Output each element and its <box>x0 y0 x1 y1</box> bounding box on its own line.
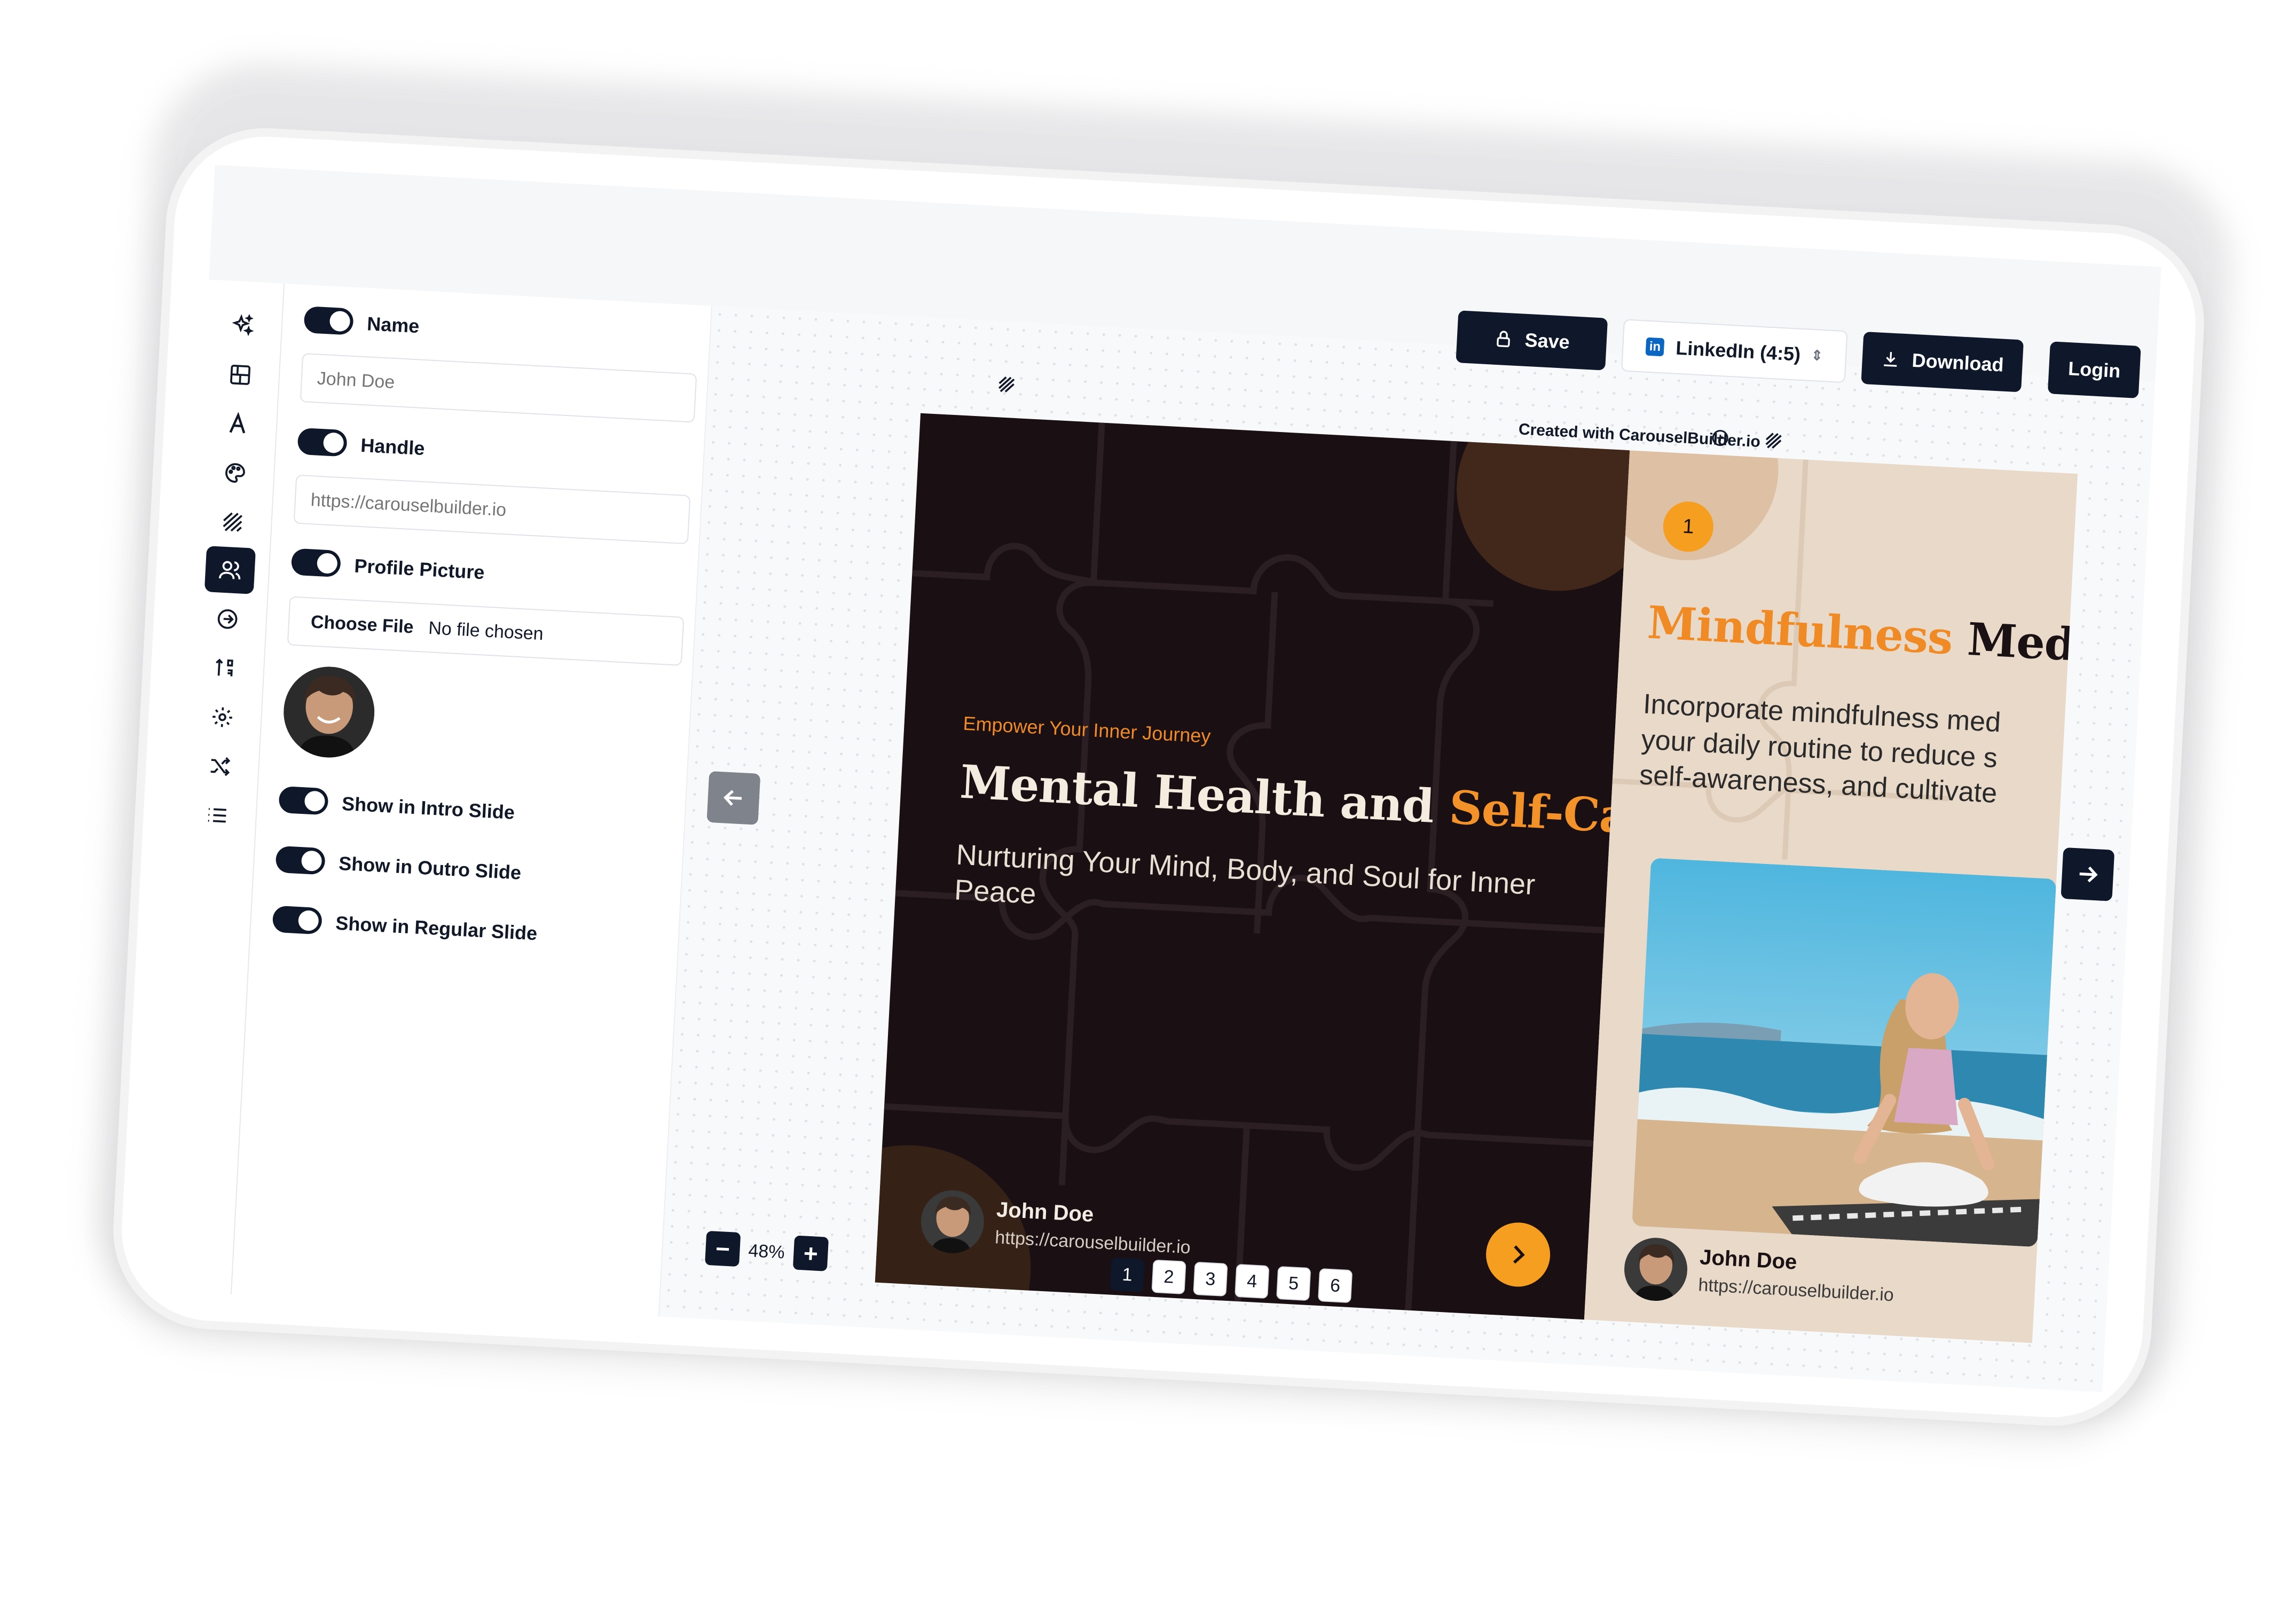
chevron-updown-icon: ⇕ <box>1811 347 1823 364</box>
palette-icon <box>225 463 245 483</box>
sidebar-item-numbering[interactable] <box>199 644 250 693</box>
arrow-circle-right-icon <box>217 609 238 629</box>
pattern-icon <box>996 374 1017 395</box>
name-toggle[interactable] <box>303 306 354 335</box>
save-label: Save <box>1524 328 1570 354</box>
next-slide-button[interactable] <box>2061 847 2115 901</box>
download-button[interactable]: Download <box>1861 331 2024 392</box>
handle-label: Handle <box>360 434 426 460</box>
sidebar-item-navigation[interactable] <box>202 595 253 643</box>
show-regular-toggle[interactable] <box>272 905 323 935</box>
tablet-frame: Name Handle Profile Picture Choose File … <box>117 132 2200 1422</box>
page-button[interactable]: 1 <box>1110 1257 1145 1292</box>
save-button[interactable]: Save <box>1456 310 1608 371</box>
sparkles-icon <box>232 313 254 336</box>
gear-icon <box>213 707 232 727</box>
zoom-out-button[interactable]: − <box>705 1230 741 1267</box>
linkedin-icon: in <box>1645 337 1665 357</box>
lock-icon <box>1497 331 1510 348</box>
layout-icon <box>230 364 251 385</box>
sort-icon <box>216 658 233 677</box>
page-button[interactable]: 3 <box>1193 1261 1228 1297</box>
name-input[interactable] <box>300 352 697 423</box>
arrow-left-icon <box>724 790 742 806</box>
show-outro-toggle[interactable] <box>275 845 326 875</box>
choose-file-button[interactable]: Choose File <box>310 611 414 638</box>
show-intro-label: Show in Intro Slide <box>341 792 515 823</box>
sidebar-item-typography[interactable] <box>212 399 263 448</box>
intro-slide[interactable]: Empower Your Inner Journey Mental Health… <box>875 413 1630 1320</box>
sidebar-item-slides-list[interactable] <box>192 791 243 839</box>
sidebar-item-settings[interactable] <box>196 693 248 742</box>
login-label: Login <box>2067 357 2121 382</box>
format-label: LinkedIn (4:5) <box>1675 336 1802 365</box>
slide-title-main: Medita <box>1966 612 2078 674</box>
sidebar-item-colors[interactable] <box>209 449 261 497</box>
typography-icon <box>229 412 246 434</box>
pattern-icon <box>1764 430 1784 451</box>
previous-slide-button[interactable] <box>706 771 761 825</box>
zoom-level: 48% <box>748 1240 785 1263</box>
profile-picture-label: Profile Picture <box>353 554 485 584</box>
sidebar-item-shuffle[interactable] <box>194 742 245 791</box>
show-outro-label: Show in Outro Slide <box>338 852 522 884</box>
page-button[interactable]: 2 <box>1151 1259 1186 1294</box>
no-file-text: No file chosen <box>428 617 544 644</box>
name-label: Name <box>366 312 420 337</box>
page-button[interactable]: 6 <box>1318 1268 1353 1303</box>
scene: Name Handle Profile Picture Choose File … <box>0 0 2296 1602</box>
page-button[interactable]: 4 <box>1235 1263 1270 1299</box>
show-regular-label: Show in Regular Slide <box>335 912 538 945</box>
profile-picture-toggle[interactable] <box>290 548 342 578</box>
app-main: Name Handle Profile Picture Choose File … <box>156 279 2156 1393</box>
pattern-icon <box>223 512 242 532</box>
sidebar-item-author[interactable] <box>204 546 256 594</box>
slide-body: Incorporate mindfulness med your daily r… <box>1639 686 2002 811</box>
login-button[interactable]: Login <box>2047 341 2141 399</box>
shuffle-icon <box>210 757 231 776</box>
sidebar-item-layout[interactable] <box>215 351 266 399</box>
sidebar-item-ai[interactable] <box>217 302 269 350</box>
meditation-photo <box>1632 858 2057 1247</box>
handle-toggle[interactable] <box>297 427 348 457</box>
sidebar-item-background[interactable] <box>207 498 258 546</box>
chevron-right-icon <box>1513 1245 1525 1264</box>
users-icon <box>218 561 241 579</box>
page-button[interactable]: 5 <box>1276 1266 1311 1301</box>
author-name: John Doe <box>1699 1245 1798 1274</box>
show-intro-toggle[interactable] <box>278 786 329 815</box>
author-settings-panel: Name Handle Profile Picture Choose File … <box>231 284 713 1317</box>
download-icon <box>1884 352 1897 367</box>
app-screen: Name Handle Profile Picture Choose File … <box>156 164 2161 1393</box>
download-label: Download <box>1911 349 2004 376</box>
author-name: John Doe <box>996 1198 1095 1227</box>
profile-avatar <box>281 664 377 760</box>
list-icon <box>208 808 226 823</box>
editor-canvas: Created with CarouselBuilder.io Empower … <box>659 306 2156 1393</box>
zoom-in-button[interactable]: + <box>792 1235 829 1271</box>
arrow-right-icon <box>2079 866 2098 883</box>
profile-picture-file-input[interactable]: Choose File No file chosen <box>287 596 685 666</box>
content-slide[interactable]: Created with CarouselBuilde 1 Mindfulnes… <box>1584 450 2078 1344</box>
handle-input[interactable] <box>293 474 691 545</box>
